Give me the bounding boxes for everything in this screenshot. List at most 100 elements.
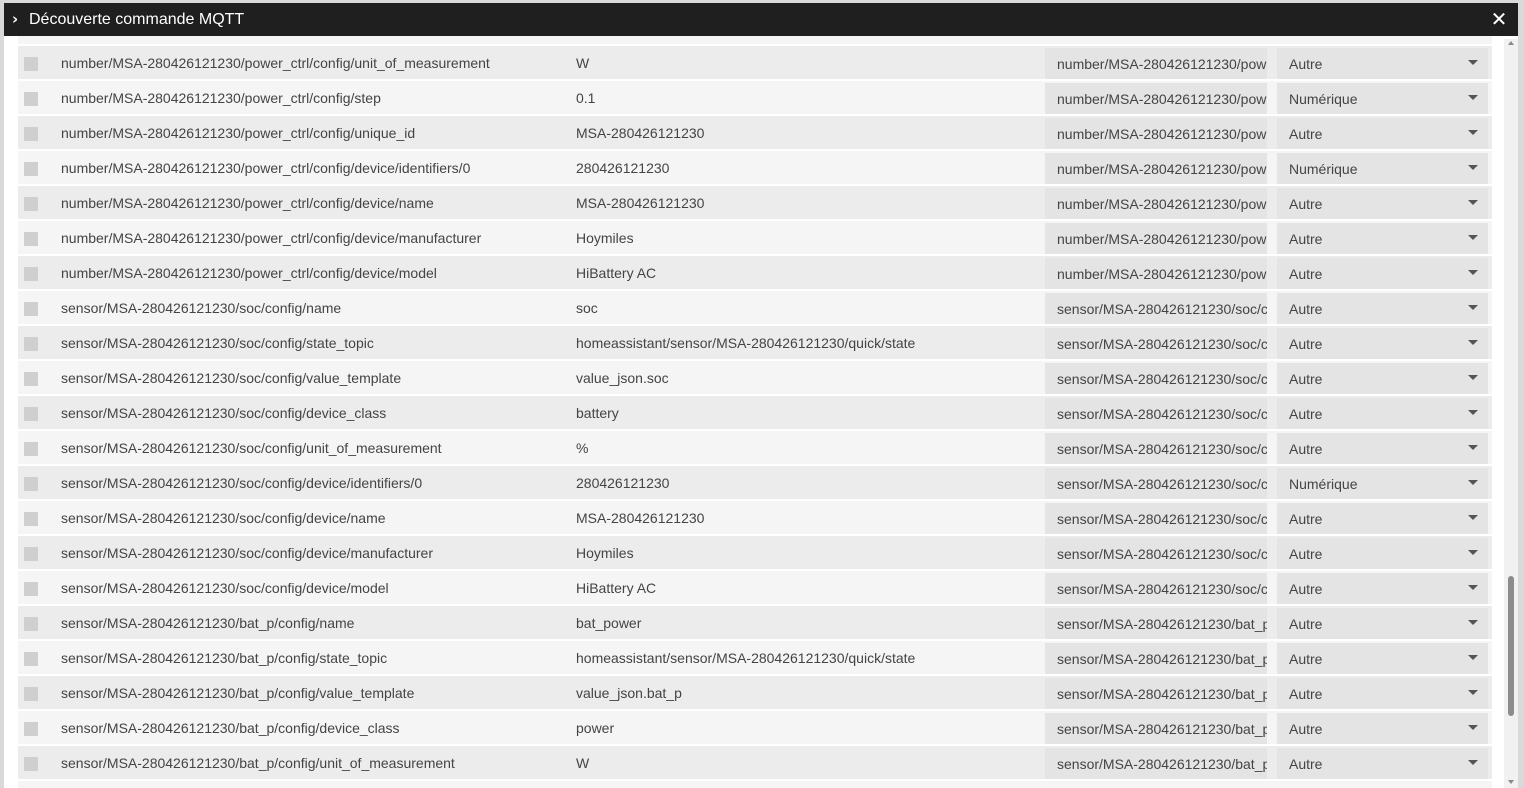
scrollbar-thumb[interactable] [1508,576,1514,716]
subtype-select[interactable]: Autre [1277,748,1488,779]
topic-cell: sensor/MSA-280426121230/soc/config/unit_… [61,440,442,456]
row-checkbox[interactable] [24,407,38,421]
scroll-down-icon[interactable] [1508,780,1514,784]
row-checkbox[interactable] [24,337,38,351]
table-row: sensor/MSA-280426121230/soc/config/devic… [18,396,1492,429]
logical-id-input[interactable] [1045,363,1267,394]
logical-id-input[interactable] [1045,468,1267,499]
table-row: sensor/MSA-280426121230/soc/config/unit_… [18,431,1492,464]
logical-id-input[interactable] [1045,643,1267,674]
logical-id-input[interactable] [1045,293,1267,324]
topic-cell: number/MSA-280426121230/power_ctrl/confi… [61,195,434,211]
subtype-select-value: Autre [1289,126,1323,142]
row-checkbox[interactable] [24,722,38,736]
table-row: sensor/MSA-280426121230/bat_p/config/val… [18,676,1492,709]
caret-down-icon [1468,620,1478,625]
logical-id-input[interactable] [1045,608,1267,639]
table-row: number/MSA-280426121230/power_ctrl/confi… [18,186,1492,219]
subtype-select[interactable]: Autre [1277,713,1488,744]
logical-id-input[interactable] [1045,118,1267,149]
command-list[interactable]: number/MSA-280426121230/power_ctrl/confi… [4,36,1500,788]
subtype-select[interactable]: Autre [1277,328,1488,359]
logical-id-input[interactable] [1045,748,1267,779]
row-checkbox[interactable] [24,582,38,596]
row-checkbox[interactable] [24,57,38,71]
topic-cell: number/MSA-280426121230/power_ctrl/confi… [61,265,437,281]
row-checkbox[interactable] [24,547,38,561]
table-row: sensor/MSA-280426121230/soc/config/devic… [18,536,1492,569]
row-checkbox[interactable] [24,267,38,281]
value-cell: Hoymiles [576,545,634,561]
row-checkbox[interactable] [24,652,38,666]
table-row: number/MSA-280426121230/power_ctrl/confi… [18,46,1492,79]
row-checkbox[interactable] [24,92,38,106]
table-row-partial [18,36,1492,44]
logical-id-input[interactable] [1045,223,1267,254]
topic-cell: sensor/MSA-280426121230/soc/config/devic… [61,545,433,561]
subtype-select-value: Numérique [1289,161,1358,177]
subtype-select[interactable]: Autre [1277,118,1488,149]
row-checkbox[interactable] [24,232,38,246]
logical-id-input[interactable] [1045,503,1267,534]
caret-down-icon [1468,515,1478,520]
caret-down-icon [1468,375,1478,380]
subtype-select[interactable]: Autre [1277,223,1488,254]
subtype-select[interactable]: Autre [1277,608,1488,639]
subtype-select[interactable]: Autre [1277,538,1488,569]
subtype-select[interactable]: Autre [1277,573,1488,604]
row-checkbox[interactable] [24,302,38,316]
dialog-title: Découverte commande MQTT [29,11,245,28]
row-checkbox[interactable] [24,477,38,491]
row-checkbox[interactable] [24,512,38,526]
topic-cell: sensor/MSA-280426121230/bat_p/config/dev… [61,720,400,736]
subtype-select[interactable]: Numérique [1277,468,1488,499]
value-cell: Hoymiles [576,230,634,246]
row-checkbox[interactable] [24,162,38,176]
subtype-select-value: Numérique [1289,91,1358,107]
row-checkbox[interactable] [24,372,38,386]
close-icon[interactable]: ✕ [1490,8,1508,30]
subtype-select-value: Autre [1289,616,1323,632]
row-checkbox[interactable] [24,442,38,456]
logical-id-input[interactable] [1045,538,1267,569]
value-cell: MSA-280426121230 [576,195,705,211]
subtype-select[interactable]: Autre [1277,363,1488,394]
subtype-select[interactable]: Numérique [1277,83,1488,114]
subtype-select[interactable]: Autre [1277,293,1488,324]
subtype-select[interactable]: Autre [1277,258,1488,289]
scroll-up-icon[interactable] [1508,41,1514,45]
value-cell: 0.1 [576,90,596,106]
value-cell: homeassistant/sensor/MSA-280426121230/qu… [576,650,916,666]
row-checkbox[interactable] [24,197,38,211]
logical-id-input[interactable] [1045,188,1267,219]
caret-down-icon [1468,235,1478,240]
logical-id-input[interactable] [1045,678,1267,709]
subtype-select[interactable]: Autre [1277,678,1488,709]
table-row: number/MSA-280426121230/power_ctrl/confi… [18,221,1492,254]
value-cell: power [576,720,615,736]
subtype-select[interactable]: Autre [1277,433,1488,464]
subtype-select[interactable]: Autre [1277,503,1488,534]
subtype-select[interactable]: Autre [1277,398,1488,429]
logical-id-input[interactable] [1045,83,1267,114]
row-checkbox[interactable] [24,127,38,141]
logical-id-input[interactable] [1045,328,1267,359]
topic-cell: sensor/MSA-280426121230/bat_p/config/uni… [61,755,455,771]
logical-id-input[interactable] [1045,48,1267,79]
row-checkbox[interactable] [24,617,38,631]
logical-id-input[interactable] [1045,258,1267,289]
row-checkbox[interactable] [24,687,38,701]
caret-down-icon [1468,480,1478,485]
logical-id-input[interactable] [1045,433,1267,464]
subtype-select[interactable]: Autre [1277,48,1488,79]
row-checkbox[interactable] [24,757,38,771]
subtype-select[interactable]: Numérique [1277,153,1488,184]
logical-id-input[interactable] [1045,713,1267,744]
logical-id-input[interactable] [1045,153,1267,184]
table-row: number/MSA-280426121230/power_ctrl/confi… [18,81,1492,114]
logical-id-input[interactable] [1045,573,1267,604]
subtype-select[interactable]: Autre [1277,643,1488,674]
table-row: sensor/MSA-280426121230/bat_p/config/sta… [18,641,1492,674]
logical-id-input[interactable] [1045,398,1267,429]
subtype-select[interactable]: Autre [1277,188,1488,219]
